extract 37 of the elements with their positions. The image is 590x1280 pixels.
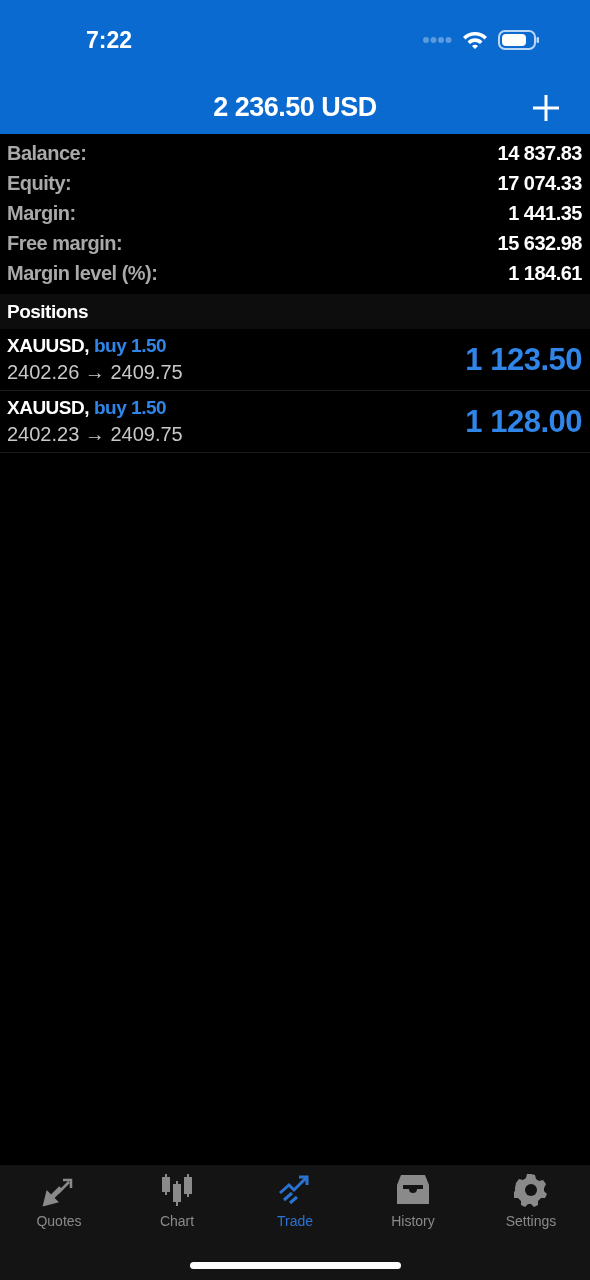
signal-icon <box>422 36 452 44</box>
section-title: Positions <box>7 300 88 323</box>
position-order: buy 1.50 <box>94 397 167 419</box>
field-value: 14 837.83 <box>497 141 582 165</box>
tab-item[interactable]: History <box>354 1173 472 1231</box>
field-label: Free margin: <box>7 231 123 255</box>
candlestick-icon <box>160 1173 194 1207</box>
field-value: 17 074.33 <box>497 171 582 195</box>
tab-item[interactable]: Settings <box>472 1173 590 1231</box>
field-value: 15 632.98 <box>497 231 582 255</box>
gear-icon <box>514 1173 548 1207</box>
inbox-icon <box>396 1173 430 1207</box>
field-label: Margin: <box>7 201 76 225</box>
wifi-icon <box>462 30 488 50</box>
field-label: Margin level (%): <box>7 261 158 285</box>
position-row[interactable]: XAUUSD, buy 1.50 2402.26 → 2409.75 1 123.50 <box>0 329 590 391</box>
add-button[interactable] <box>530 92 562 124</box>
position-symbol: XAUUSD, <box>7 335 89 357</box>
plus-icon <box>532 94 560 122</box>
position-prices: 2402.26 → 2409.75 <box>7 361 183 384</box>
field-label: Equity: <box>7 171 72 195</box>
trend-arrows-icon <box>278 1173 312 1207</box>
position-row[interactable]: XAUUSD, buy 1.50 2402.23 → 2409.75 1 128.00 <box>0 391 590 453</box>
position-profit: 1 128.00 <box>465 403 582 440</box>
status-time: 7:22 <box>86 26 133 54</box>
tab-item[interactable]: Quotes <box>0 1173 118 1231</box>
position-prices: 2402.23 → 2409.75 <box>7 423 183 446</box>
position-order: buy 1.50 <box>94 335 167 357</box>
tab-item[interactable]: Chart <box>118 1173 236 1231</box>
balance-title: 2 236.50 USD <box>213 91 377 123</box>
battery-icon <box>498 30 540 50</box>
field-value: 1 184.61 <box>508 261 582 285</box>
position-symbol: XAUUSD, <box>7 397 89 419</box>
field-label: Balance: <box>7 141 87 165</box>
tab-item[interactable]: Trade <box>236 1173 354 1231</box>
position-profit: 1 123.50 <box>465 341 582 378</box>
field-value: 1 441.35 <box>508 201 582 225</box>
